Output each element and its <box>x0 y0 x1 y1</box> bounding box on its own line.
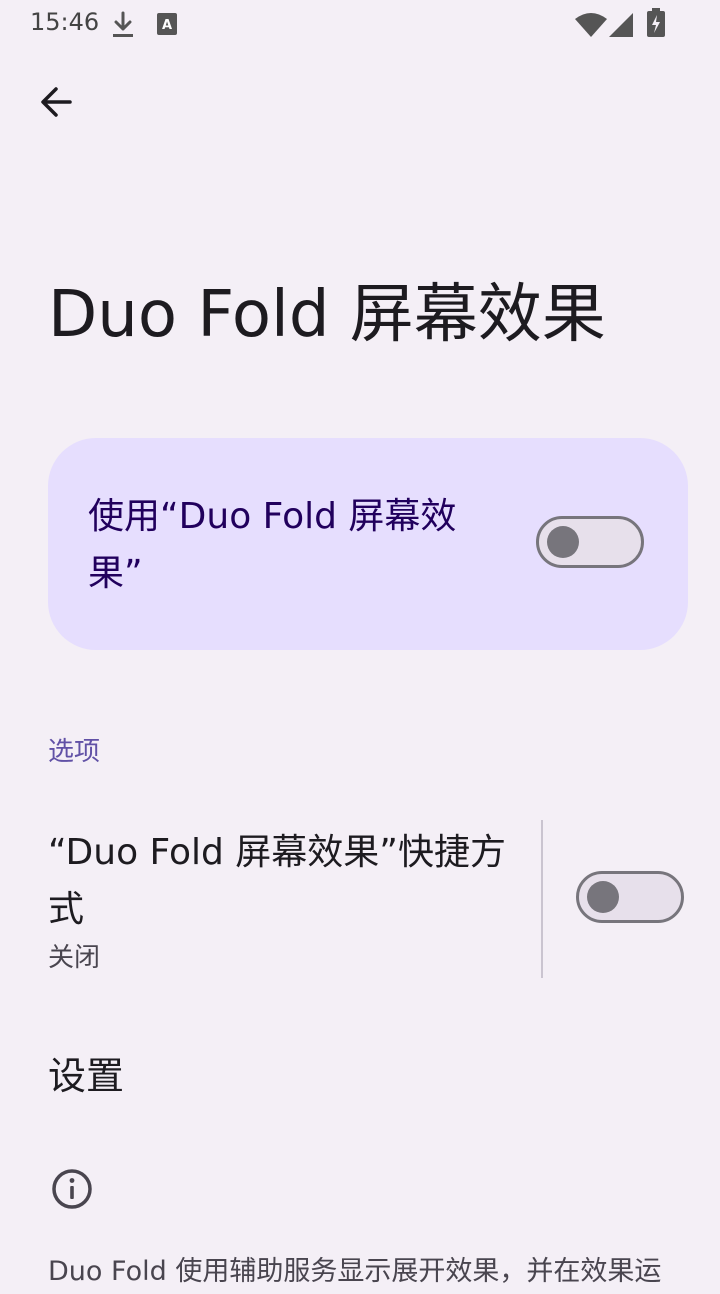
settings-row[interactable]: 设置 <box>0 1030 720 1126</box>
shortcut-toggle[interactable] <box>576 871 684 923</box>
signal-icon <box>608 12 634 42</box>
main-switch-label: 使用“Duo Fold 屏幕效果” <box>88 496 457 594</box>
options-section-header: 选项 <box>48 737 101 767</box>
battery-charging-icon <box>646 8 666 42</box>
shortcut-row[interactable]: “Duo Fold 屏幕效果”快捷方式 关闭 <box>0 816 720 984</box>
shortcut-title: “Duo Fold 屏幕效果”快捷方式 <box>48 832 506 930</box>
status-bar: 15:46 A <box>0 0 720 48</box>
status-time: 15:46 <box>30 8 100 36</box>
arrow-left-icon <box>36 82 76 126</box>
wifi-icon <box>574 12 608 42</box>
shortcut-divider <box>541 820 543 978</box>
download-icon <box>110 10 136 44</box>
settings-label: 设置 <box>48 1054 125 1098</box>
footer-description: Duo Fold 使用辅助服务显示展开效果，并在效果运 <box>48 1256 662 1287</box>
svg-text:A: A <box>162 18 172 33</box>
shortcut-summary: 关闭 <box>48 943 101 973</box>
info-icon <box>50 1167 94 1211</box>
keyboard-a-icon: A <box>156 12 178 40</box>
main-switch-card[interactable]: 使用“Duo Fold 屏幕效果” <box>48 438 688 650</box>
shortcut-knob <box>587 881 619 913</box>
page-title: Duo Fold 屏幕效果 <box>48 278 606 352</box>
back-button[interactable] <box>28 76 84 132</box>
main-switch-toggle[interactable] <box>536 516 644 568</box>
main-switch-knob <box>547 526 579 558</box>
